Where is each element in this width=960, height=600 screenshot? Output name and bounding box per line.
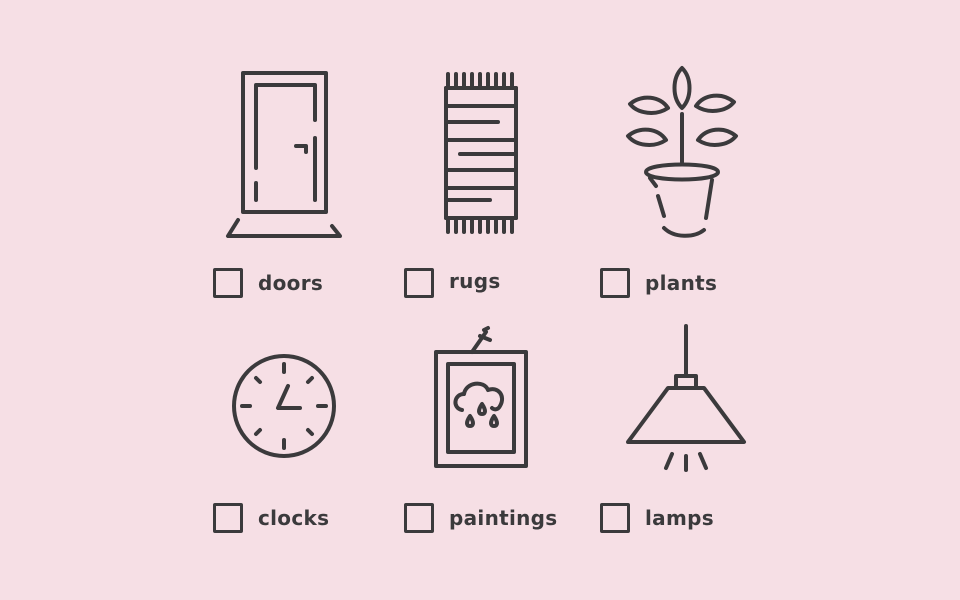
doors-label: doors (258, 271, 324, 295)
rugs-checkbox[interactable] (404, 268, 434, 298)
clocks-checkbox[interactable] (213, 503, 243, 533)
plant-icon (622, 60, 742, 245)
painting-icon (432, 322, 532, 470)
plants-checkbox[interactable] (600, 268, 630, 298)
clocks-label: clocks (258, 506, 330, 530)
lamps-label: lamps (645, 506, 714, 530)
lamp-icon (622, 322, 752, 472)
checklist-item-lamps[interactable]: lamps (600, 503, 714, 533)
checklist-item-rugs[interactable]: rugs (404, 268, 501, 298)
rugs-label: rugs (449, 269, 501, 293)
paintings-label: paintings (449, 506, 558, 530)
lamps-checkbox[interactable] (600, 503, 630, 533)
checklist-item-clocks[interactable]: clocks (213, 503, 329, 533)
clock-icon (230, 352, 338, 460)
plants-label: plants (645, 271, 718, 295)
rug-icon (440, 70, 525, 235)
door-icon (220, 68, 350, 243)
checklist-item-paintings[interactable]: paintings (404, 503, 557, 533)
checklist-item-plants[interactable]: plants (600, 268, 717, 298)
doors-checkbox[interactable] (213, 268, 243, 298)
checklist-item-doors[interactable]: doors (213, 268, 323, 298)
paintings-checkbox[interactable] (404, 503, 434, 533)
